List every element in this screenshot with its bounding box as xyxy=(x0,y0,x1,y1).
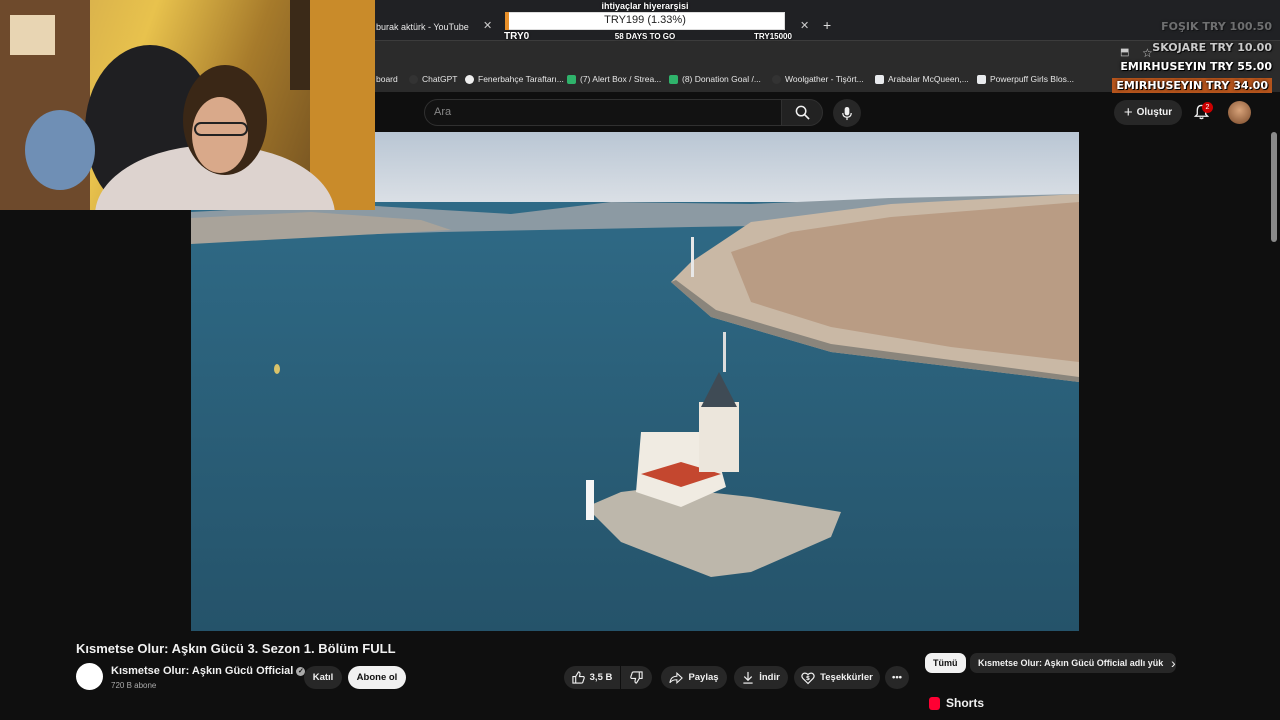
streamelements-icon xyxy=(669,74,678,84)
search-placeholder: Ara xyxy=(434,106,452,118)
share-button[interactable]: Paylaş xyxy=(661,666,727,689)
site-icon xyxy=(772,74,781,84)
chip-channel[interactable]: Kısmetse Olur: Aşkın Gücü Official adlı … xyxy=(970,653,1176,673)
plus-icon: + xyxy=(1123,104,1133,121)
donation-goal-days: 58 DAYS TO GO xyxy=(614,32,676,41)
bookmark-item[interactable]: board xyxy=(376,74,398,84)
tab-youtube-title[interactable]: burak aktürk - YouTube xyxy=(376,22,469,32)
like-count: 3,5 B xyxy=(589,672,613,683)
like-button[interactable]: 3,5 B xyxy=(564,666,620,689)
subscribe-button[interactable]: Abone ol xyxy=(348,666,406,689)
donation-entry: EMIRHUSEYIN TRY 55.00 xyxy=(1120,60,1272,73)
bookmark-item[interactable]: (7) Alert Box / Strea... xyxy=(567,74,661,84)
bookmark-item[interactable]: Powerpuff Girls Blos... xyxy=(977,74,1074,84)
bookmark-item[interactable]: (8) Donation Goal /... xyxy=(669,74,761,84)
bookmark-item[interactable]: ChatGPT xyxy=(409,74,457,84)
webcam-image xyxy=(0,0,375,210)
tab-close-icon[interactable]: ✕ xyxy=(800,19,809,32)
thumbs-up-icon xyxy=(572,671,585,684)
voice-search-button[interactable] xyxy=(833,99,861,127)
more-horizontal-icon: ••• xyxy=(892,672,902,683)
donation-entry: SKOJARE TRY 10.00 xyxy=(1152,41,1272,54)
site-icon xyxy=(875,74,884,84)
download-icon xyxy=(743,671,753,684)
site-icon xyxy=(977,74,986,84)
subscriber-count: 720 B abone xyxy=(111,681,157,690)
chip-all[interactable]: Tümü xyxy=(925,653,966,673)
dislike-button[interactable] xyxy=(621,666,652,689)
search-input[interactable] xyxy=(424,99,782,126)
thanks-button[interactable]: $ Teşekkürler xyxy=(794,666,880,689)
search-button[interactable] xyxy=(781,99,823,126)
webcam-overlay xyxy=(0,0,375,210)
more-actions-button[interactable]: ••• xyxy=(885,666,909,689)
thumbs-down-icon xyxy=(630,671,643,684)
chatgpt-icon xyxy=(409,74,418,84)
search-icon xyxy=(795,105,810,120)
chevron-right-icon[interactable]: › xyxy=(1171,655,1176,671)
donation-goal-amount: TRY199 (1.33%) xyxy=(604,14,686,26)
svg-text:$: $ xyxy=(806,675,810,682)
new-tab-icon[interactable]: + xyxy=(823,17,831,33)
donation-goal-target: TRY15000 xyxy=(754,32,792,41)
bookmark-item[interactable]: Arabalar McQueen,... xyxy=(875,74,969,84)
channel-avatar[interactable] xyxy=(76,663,103,690)
streamelements-icon xyxy=(567,74,576,84)
video-title: Kısmetse Olur: Aşkın Gücü 3. Sezon 1. Bö… xyxy=(76,641,396,656)
site-icon xyxy=(465,74,474,84)
microphone-icon xyxy=(842,106,852,120)
page-scrollbar[interactable] xyxy=(1271,132,1277,242)
bookmark-item[interactable]: Woolgather - Tişört... xyxy=(772,74,864,84)
avatar[interactable] xyxy=(1228,101,1251,124)
join-button[interactable]: Katıl xyxy=(304,666,342,689)
donation-entry: FOŞIK TRY 100.50 xyxy=(1161,20,1272,33)
create-label: Oluştur xyxy=(1136,107,1173,118)
bookmark-item[interactable]: Fenerbahçe Taraftarı... xyxy=(465,74,564,84)
donation-goal-title: ihtiyaçlar hiyerarşisi xyxy=(601,1,689,11)
shorts-section-header: Shorts xyxy=(929,696,984,710)
channel-name[interactable]: Kısmetse Olur: Aşkın Gücü Official ✓ xyxy=(111,665,306,677)
shorts-icon xyxy=(929,696,940,710)
install-app-icon[interactable]: ⬒ xyxy=(1120,47,1129,58)
share-icon xyxy=(669,671,684,684)
thanks-heart-dollar-icon: $ xyxy=(801,672,815,684)
tab-close-icon[interactable]: ✕ xyxy=(483,19,492,32)
download-button[interactable]: İndir xyxy=(734,666,788,689)
create-button[interactable]: + Oluştur xyxy=(1114,100,1182,125)
donation-entry-highlight: EMIRHUSEYIN TRY 34.00 xyxy=(1112,78,1272,93)
notification-badge: 2 xyxy=(1202,102,1213,113)
